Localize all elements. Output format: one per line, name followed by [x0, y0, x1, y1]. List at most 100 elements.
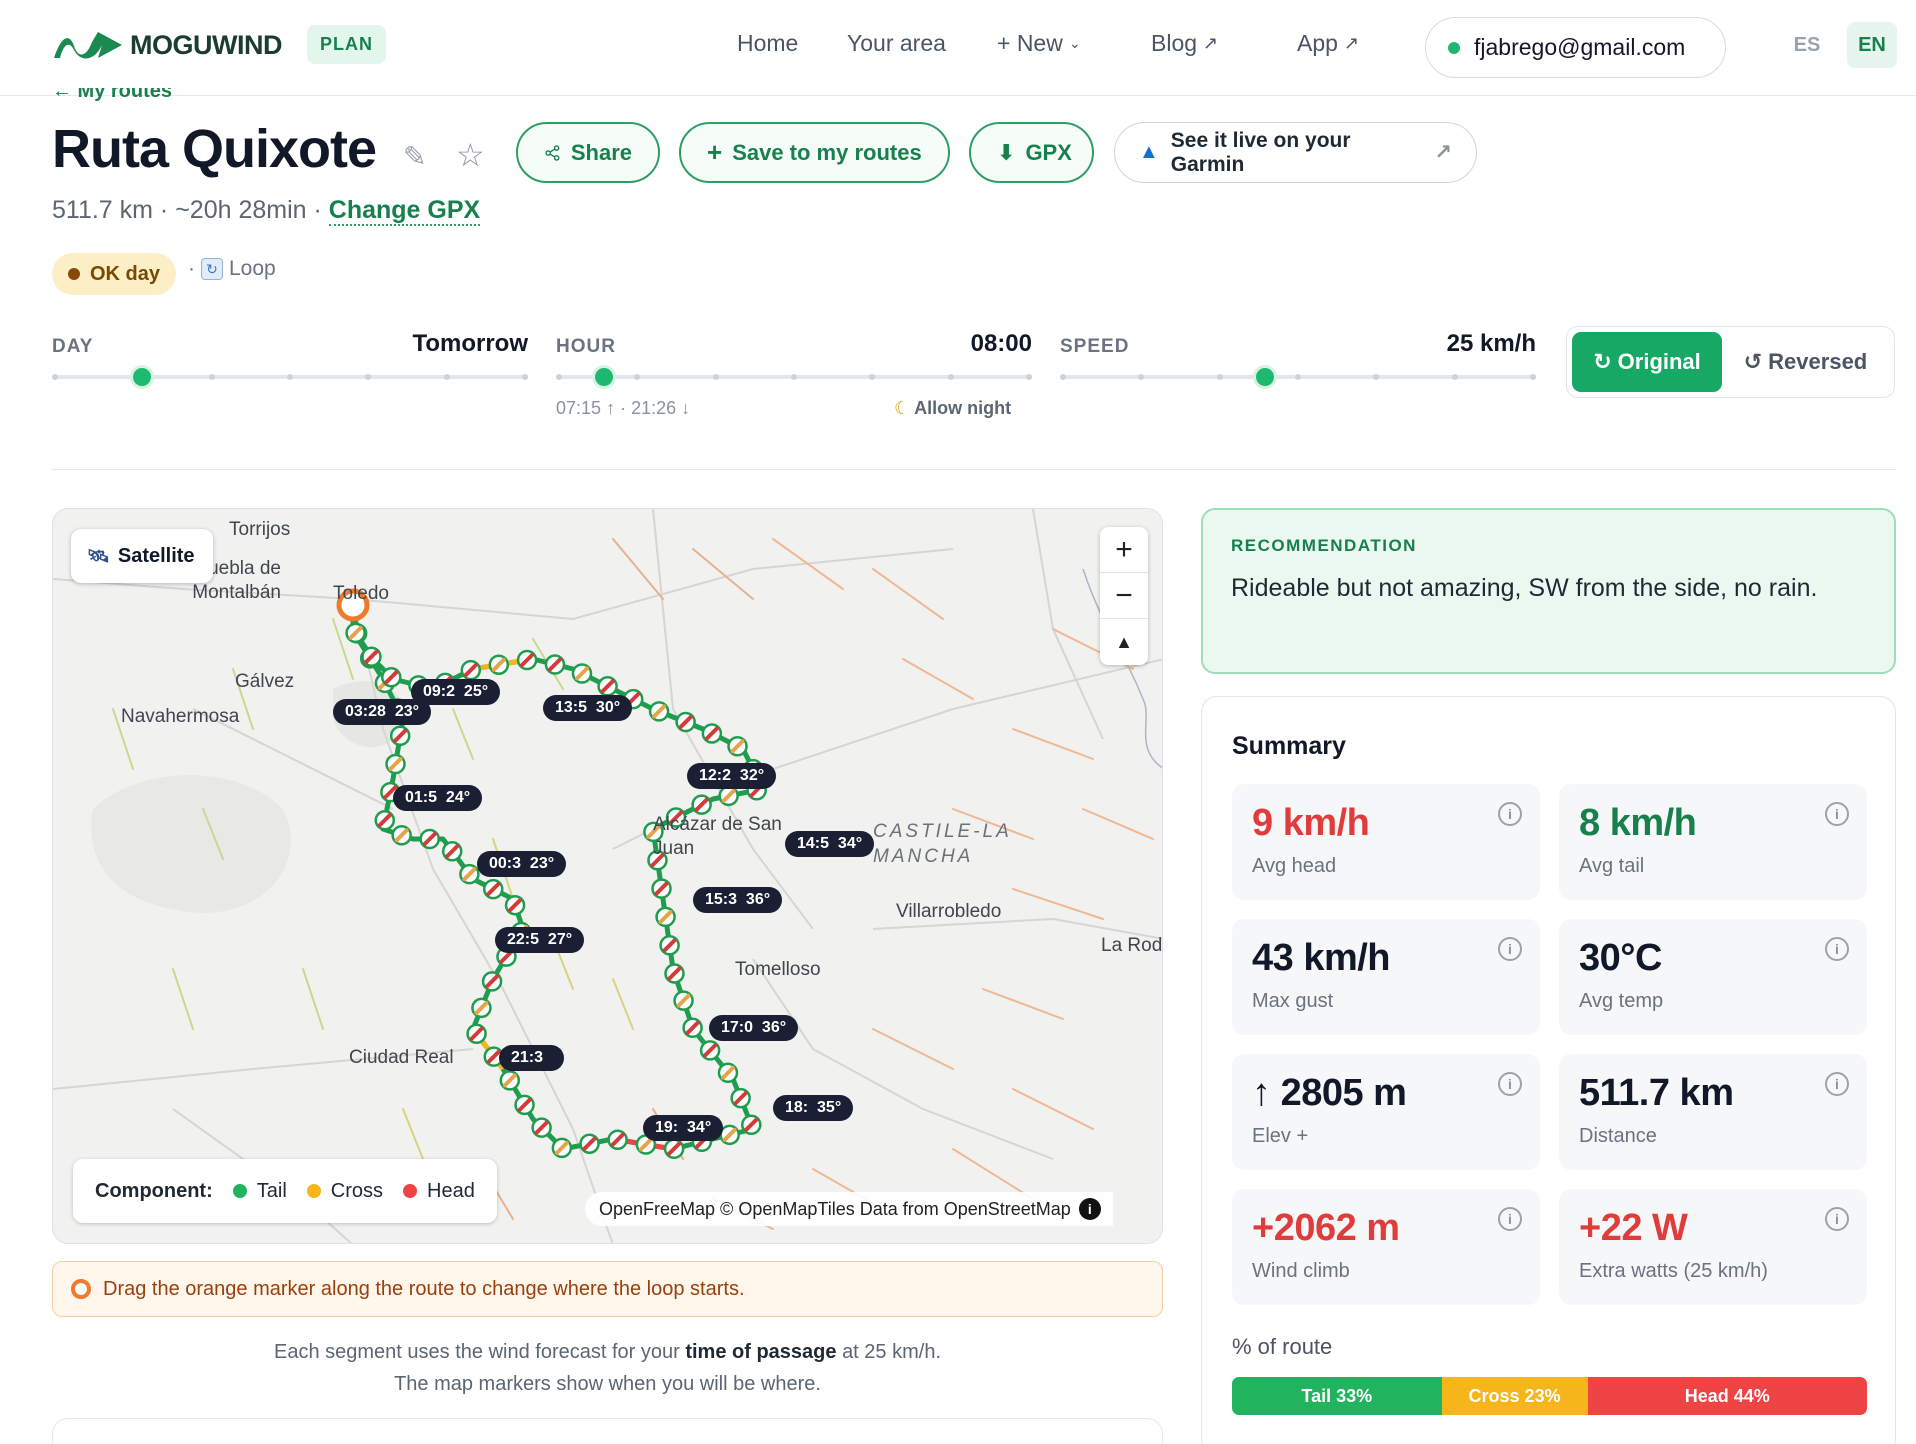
wind-sample-icon[interactable]	[345, 622, 366, 644]
share-button[interactable]: Share	[516, 122, 660, 183]
edit-pencil-icon[interactable]: ✎	[403, 140, 426, 173]
time-marker[interactable]: 13:5 30°	[543, 695, 633, 721]
wind-sample-icon[interactable]	[466, 1023, 487, 1045]
time-marker[interactable]: 14:5 34°	[785, 831, 875, 857]
wind-sample-icon[interactable]	[655, 906, 676, 928]
wind-sample-icon[interactable]	[607, 1129, 628, 1151]
time-marker[interactable]: 17:0 36°	[709, 1015, 799, 1041]
route-map[interactable]: Torrijos Puebla de Montalbán Toledo Gálv…	[52, 508, 1163, 1244]
star-icon[interactable]: ☆	[456, 136, 485, 174]
wind-sample-icon[interactable]	[391, 824, 412, 846]
slider-tick	[208, 374, 215, 380]
wind-sample-icon[interactable]	[488, 654, 510, 675]
wind-sample-icon[interactable]	[460, 659, 482, 681]
info-icon[interactable]: i	[1825, 937, 1849, 961]
time-marker[interactable]: 03:28 23°	[333, 699, 432, 725]
wind-sample-icon[interactable]	[682, 1017, 703, 1039]
attribution-text[interactable]: OpenFreeMap © OpenMapTiles Data from Ope…	[599, 1199, 1071, 1220]
wind-sample-icon[interactable]	[699, 1040, 721, 1061]
info-icon[interactable]: i	[1825, 1072, 1849, 1096]
nav-app[interactable]: App ↗	[1297, 30, 1359, 57]
wind-sample-icon[interactable]	[597, 676, 618, 697]
time-marker[interactable]: 18: 35°	[773, 1095, 854, 1121]
wind-sample-icon[interactable]	[673, 990, 694, 1011]
time-marker[interactable]: 15:3 36°	[693, 887, 783, 913]
time-marker[interactable]: 19: 34°	[643, 1115, 724, 1141]
slider-thumb[interactable]	[130, 365, 155, 389]
wind-sample-icon[interactable]	[385, 753, 406, 775]
day-slider[interactable]	[52, 365, 528, 389]
wind-sample-icon[interactable]	[571, 663, 593, 684]
wind-sample-icon[interactable]	[579, 1133, 600, 1154]
slider-thumb[interactable]	[1252, 365, 1277, 389]
wind-sample-icon[interactable]	[730, 1087, 751, 1109]
wind-sample-icon[interactable]	[727, 736, 748, 757]
info-icon[interactable]: i	[1498, 937, 1522, 961]
wind-sample-icon[interactable]	[514, 1094, 535, 1116]
wind-sample-icon[interactable]	[361, 646, 382, 667]
gpx-download-button[interactable]: ⬇ GPX	[969, 122, 1094, 183]
wind-sample-icon[interactable]	[419, 828, 440, 850]
wind-sample-icon[interactable]	[551, 1137, 573, 1159]
time-marker[interactable]: 12:2 32°	[687, 763, 777, 789]
info-icon[interactable]: i	[1078, 1198, 1101, 1220]
wind-sample-icon[interactable]	[651, 878, 672, 899]
wind-sample-icon[interactable]	[701, 723, 723, 744]
original-direction-button[interactable]: ↻ Original	[1572, 332, 1722, 392]
info-icon[interactable]: i	[1498, 1207, 1522, 1231]
reverse-icon: ↺	[1743, 349, 1763, 374]
wind-sample-icon[interactable]	[663, 1138, 685, 1159]
account-button[interactable]: fjabrego@gmail.com	[1425, 17, 1726, 78]
save-to-my-routes-button[interactable]: + Save to my routes	[679, 122, 950, 183]
nav-home[interactable]: Home	[737, 30, 798, 57]
info-icon[interactable]: i	[1498, 802, 1522, 826]
reversed-direction-button[interactable]: ↺ Reversed	[1722, 349, 1889, 375]
allow-night-toggle[interactable]: ☾ Allow night	[894, 398, 1011, 419]
wind-sample-icon[interactable]	[381, 667, 402, 688]
garmin-live-button[interactable]: ▲ See it live on your Garmin ↗	[1114, 122, 1477, 183]
wind-sample-icon[interactable]	[675, 711, 696, 733]
brand-logo[interactable]: MOGUWIND	[52, 28, 282, 62]
speed-slider[interactable]	[1060, 365, 1536, 389]
lang-en-button[interactable]: EN	[1847, 22, 1897, 68]
info-icon[interactable]: i	[1825, 802, 1849, 826]
wind-sample-icon[interactable]	[531, 1117, 552, 1138]
wind-sample-icon[interactable]	[659, 935, 680, 956]
info-icon[interactable]: i	[1825, 1207, 1849, 1231]
wind-sample-icon[interactable]	[717, 1062, 739, 1083]
wind-sample-icon[interactable]	[741, 1114, 762, 1135]
time-marker[interactable]: 21:3	[499, 1045, 564, 1071]
nav-new[interactable]: + New ⌄	[997, 30, 1081, 57]
slider-thumb[interactable]	[591, 365, 616, 389]
wind-sample-icon[interactable]	[482, 878, 504, 900]
zoom-out-button[interactable]: −	[1100, 573, 1148, 619]
satellite-toggle-button[interactable]: 🛰 Satellite	[71, 529, 213, 583]
wind-sample-icon[interactable]	[544, 654, 566, 675]
legend-title: Component:	[95, 1179, 213, 1202]
time-marker[interactable]: 00:3 23°	[477, 851, 567, 877]
hour-slider[interactable]	[556, 365, 1032, 389]
wind-sample-icon[interactable]	[471, 997, 492, 1019]
wind-sample-icon[interactable]	[718, 785, 739, 807]
wind-sample-icon[interactable]	[691, 794, 712, 815]
time-marker[interactable]: 01:5 24°	[393, 785, 483, 811]
wind-sample-icon[interactable]	[374, 809, 396, 831]
wind-sample-icon[interactable]	[441, 841, 463, 862]
wind-sample-icon[interactable]	[504, 894, 526, 916]
wind-sample-icon[interactable]	[719, 1124, 740, 1146]
wind-sample-icon[interactable]	[499, 1070, 521, 1091]
time-marker[interactable]: 22:5 27°	[495, 927, 585, 953]
wind-sample-icon[interactable]	[664, 963, 685, 984]
wind-sample-icon[interactable]	[648, 701, 670, 722]
zoom-in-button[interactable]: +	[1100, 527, 1148, 573]
nav-your-area[interactable]: Your area	[847, 30, 946, 57]
wind-sample-icon[interactable]	[481, 971, 503, 992]
info-icon[interactable]: i	[1498, 1072, 1522, 1096]
compass-reset-button[interactable]: ▲	[1100, 619, 1148, 665]
wind-sample-icon[interactable]	[459, 863, 480, 885]
nav-blog[interactable]: Blog ↗	[1151, 30, 1218, 57]
change-gpx-link[interactable]: Change GPX	[328, 196, 481, 226]
wind-sample-icon[interactable]	[389, 725, 411, 746]
lang-es-button[interactable]: ES	[1782, 22, 1832, 68]
wind-sample-icon[interactable]	[516, 649, 538, 671]
